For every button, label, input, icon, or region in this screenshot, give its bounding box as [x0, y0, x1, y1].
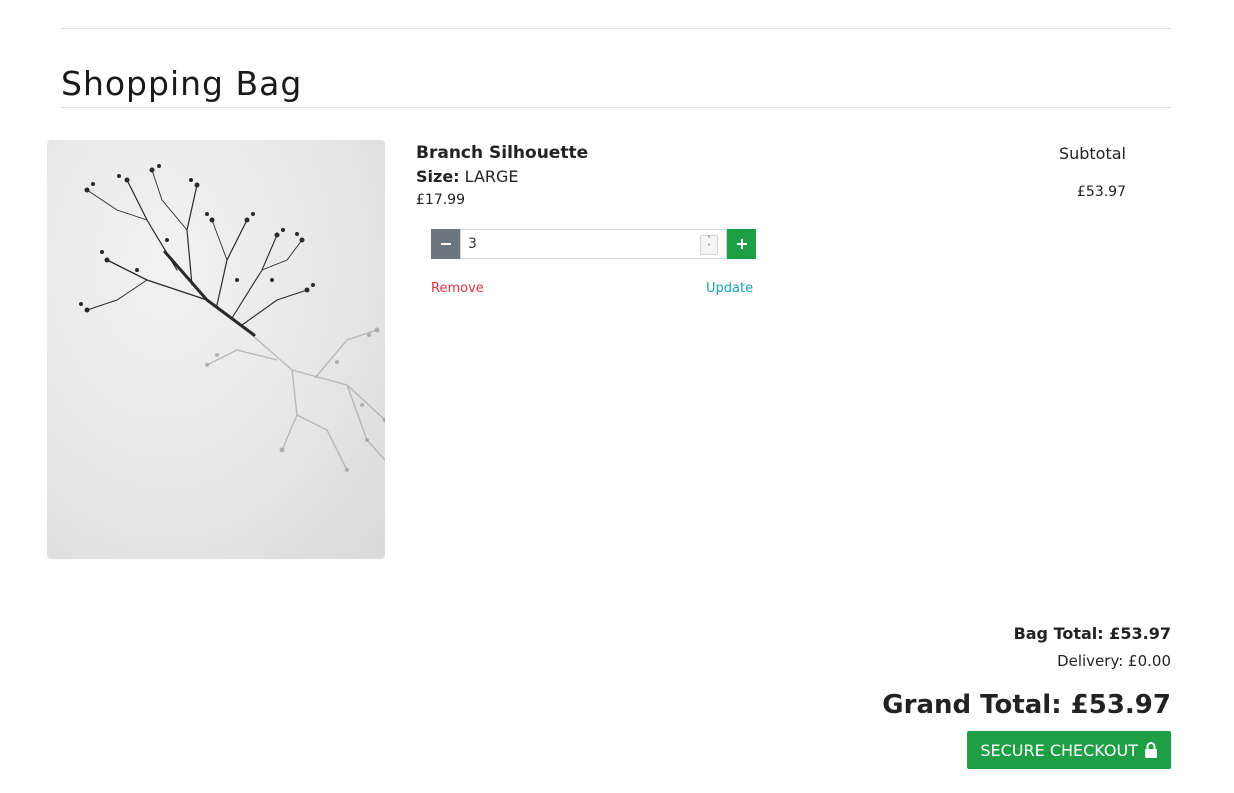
lock-icon — [1145, 742, 1157, 758]
subtotal-value: £53.97 — [1077, 184, 1126, 200]
top-divider — [61, 28, 1171, 29]
page-title: Shopping Bag — [61, 64, 303, 104]
quantity-spinner[interactable]: ˄ ˅ — [700, 235, 718, 255]
subtotal-header: Subtotal — [1058, 144, 1126, 163]
product-price: £17.99 — [416, 192, 465, 208]
plus-icon — [736, 239, 747, 249]
title-divider — [61, 107, 1171, 108]
bag-total: Bag Total: £53.97 — [1013, 624, 1171, 643]
remove-link[interactable]: Remove — [431, 281, 484, 296]
shopping-bag-page: Shopping Bag Branch Silhouette Size: LAR… — [0, 0, 1234, 793]
update-link[interactable]: Update — [706, 281, 753, 296]
decrement-button[interactable] — [431, 229, 460, 259]
secure-checkout-button[interactable]: SECURE CHECKOUT — [967, 731, 1171, 769]
checkout-label: SECURE CHECKOUT — [980, 740, 1138, 760]
size-value: LARGE — [464, 167, 519, 186]
quantity-stepper: ˄ ˅ — [431, 229, 756, 259]
minus-icon — [440, 243, 451, 245]
spinner-down-icon[interactable]: ˅ — [701, 244, 717, 252]
size-label: Size: — [416, 167, 460, 186]
product-name: Branch Silhouette — [416, 143, 589, 163]
quantity-input[interactable] — [461, 230, 726, 258]
product-image[interactable] — [47, 140, 385, 559]
increment-button[interactable] — [727, 229, 756, 259]
branch-photo-illustration — [79, 164, 385, 472]
grand-total: Grand Total: £53.97 — [882, 690, 1171, 720]
quantity-input-wrapper: ˄ ˅ — [460, 229, 727, 259]
product-size: Size: LARGE — [416, 167, 519, 186]
delivery-cost: Delivery: £0.00 — [1057, 652, 1171, 670]
